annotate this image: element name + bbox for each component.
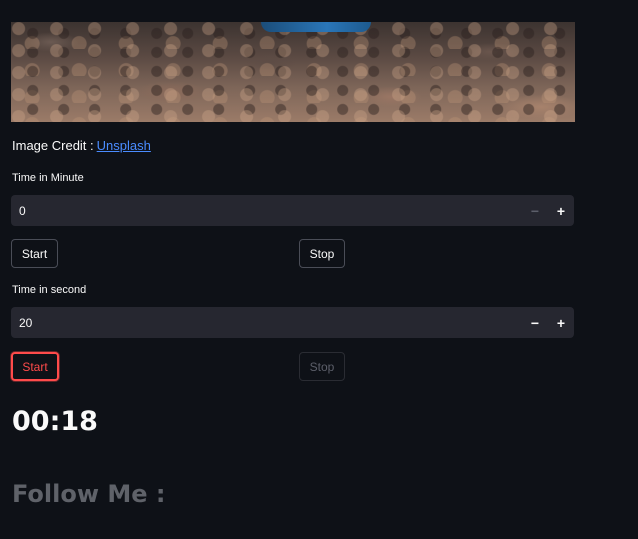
minute-stop-button[interactable]: Stop	[299, 239, 345, 268]
minute-decrement-button[interactable]: −	[522, 195, 548, 226]
second-label: Time in second	[12, 284, 87, 296]
countdown-display: 00:18	[12, 406, 98, 437]
second-value[interactable]: 20	[11, 316, 522, 330]
second-start-button[interactable]: Start	[11, 352, 59, 381]
hero-image	[11, 22, 575, 122]
hero-pebbles-texture	[11, 22, 575, 122]
minute-label: Time in Minute	[12, 172, 84, 184]
second-increment-button[interactable]: +	[548, 307, 574, 338]
hero-blue-shoe	[261, 22, 371, 32]
minute-start-button[interactable]: Start	[11, 239, 58, 268]
image-credit: Image Credit : Unsplash	[12, 138, 151, 153]
image-credit-label: Image Credit :	[12, 138, 94, 153]
second-stop-button[interactable]: Stop	[299, 352, 345, 381]
app-root: Image Credit : Unsplash Time in Minute 0 …	[0, 0, 638, 539]
second-decrement-button[interactable]: −	[522, 307, 548, 338]
minute-number-input[interactable]: 0 − +	[11, 195, 574, 226]
follow-me-heading: Follow Me :	[12, 480, 166, 508]
second-number-input[interactable]: 20 − +	[11, 307, 574, 338]
unsplash-link[interactable]: Unsplash	[97, 138, 151, 153]
minute-value[interactable]: 0	[11, 204, 522, 218]
minute-increment-button[interactable]: +	[548, 195, 574, 226]
